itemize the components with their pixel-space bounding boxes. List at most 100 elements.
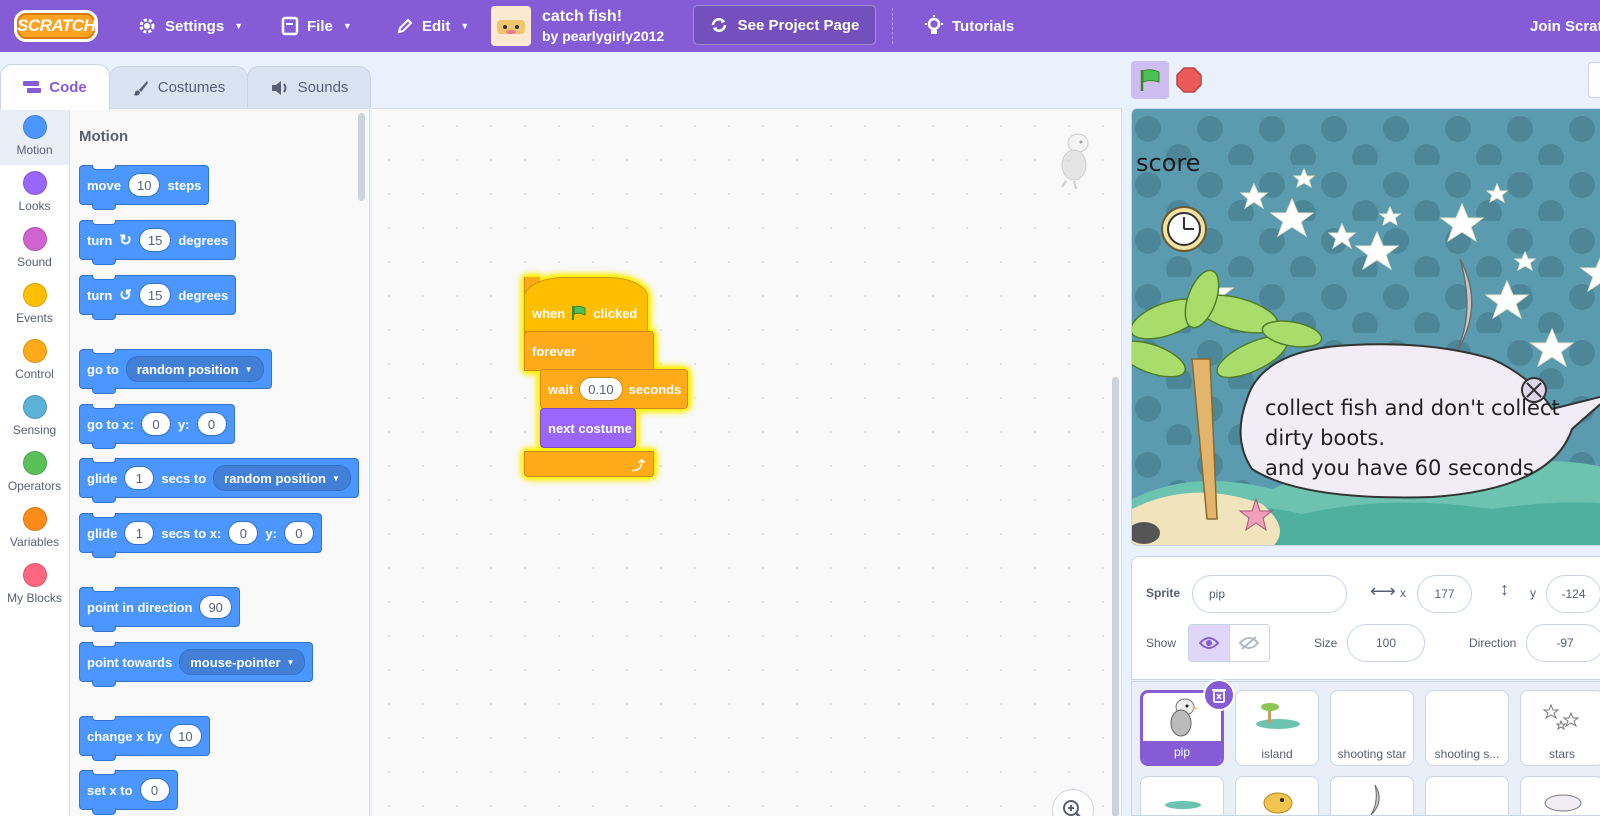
block-palette: Motion move 10 steps turn ↻ 15 degrees t…: [70, 108, 370, 816]
next-costume-block[interactable]: next costume: [540, 408, 636, 448]
category-operators[interactable]: Operators: [0, 445, 69, 501]
y-label: y: [1530, 586, 1536, 600]
visibility-toggle[interactable]: [1188, 624, 1270, 662]
change-x-input[interactable]: 10: [169, 724, 202, 748]
script-area-scrollbar[interactable]: [1112, 377, 1119, 816]
point-towards-dropdown[interactable]: mouse-pointer ▼: [179, 649, 306, 675]
settings-menu[interactable]: Settings ▼: [137, 0, 243, 52]
sprite-tile[interactable]: [1330, 776, 1414, 815]
see-project-page-button[interactable]: See Project Page: [693, 5, 876, 45]
category-control[interactable]: Control: [0, 333, 69, 389]
sprite-tile[interactable]: [1520, 776, 1600, 815]
y-input[interactable]: 0: [283, 521, 314, 545]
category-label: Variables: [9, 535, 60, 549]
category-motion[interactable]: Motion: [0, 109, 69, 165]
sprite-tile[interactable]: [1140, 776, 1224, 815]
hide-sprite-button[interactable]: [1230, 625, 1270, 661]
tab-sounds[interactable]: Sounds: [247, 66, 371, 108]
show-sprite-button[interactable]: [1189, 625, 1230, 661]
join-scratch-link[interactable]: Join Scratch: [1530, 0, 1600, 52]
block-go-to[interactable]: go to random position ▼: [79, 349, 272, 394]
category-my-blocks[interactable]: My Blocks: [0, 557, 69, 613]
project-title[interactable]: catch fish!: [542, 8, 622, 26]
glide-dropdown[interactable]: random position ▼: [213, 465, 351, 491]
sprite-thumbnail: [1544, 794, 1582, 812]
block-text: change x by: [87, 728, 163, 744]
sprite-tile[interactable]: [1425, 776, 1509, 815]
script-area[interactable]: when clicked forever wait 0.10 seconds n…: [372, 108, 1122, 816]
secs-input[interactable]: 1: [124, 466, 155, 490]
block-glide-xy[interactable]: glide 1 secs to x: 0 y: 0: [79, 513, 322, 558]
project-author[interactable]: by pearlygirly2012: [542, 28, 664, 44]
project-thumbnail[interactable]: [491, 6, 531, 46]
block-turn-left[interactable]: turn ↺ 15 degrees: [79, 275, 237, 320]
block-text: secs to: [161, 470, 207, 486]
wait-block[interactable]: wait 0.10 seconds: [540, 369, 688, 409]
direction-input[interactable]: -97: [1526, 624, 1600, 662]
sprite-tile-shooting-star[interactable]: shooting star: [1330, 690, 1414, 766]
sprite-tile-shooting-star-2[interactable]: shooting s...: [1425, 690, 1509, 766]
sprite-tile[interactable]: [1235, 776, 1319, 815]
y-input[interactable]: 0: [196, 412, 227, 436]
category-events[interactable]: Events: [0, 277, 69, 333]
secs-input[interactable]: 1: [124, 521, 155, 545]
category-label: Sound: [17, 255, 52, 269]
block-turn-right[interactable]: turn ↻ 15 degrees: [79, 220, 237, 265]
block-glide[interactable]: glide 1 secs to random position ▼: [79, 458, 359, 503]
category-label: Looks: [18, 199, 51, 213]
variables-color-dot: [22, 507, 47, 531]
x-input[interactable]: 0: [140, 412, 171, 436]
block-text: wait: [548, 381, 574, 397]
block-set-x[interactable]: set x to 0: [79, 770, 178, 815]
green-flag-button[interactable]: [1131, 61, 1169, 99]
y-position-input[interactable]: -124: [1546, 575, 1600, 613]
file-menu[interactable]: File ▼: [281, 0, 352, 52]
paintbrush-icon: [133, 80, 148, 96]
steps-input[interactable]: 10: [127, 173, 161, 197]
gear-icon: [139, 18, 155, 34]
delete-sprite-button[interactable]: [1203, 679, 1235, 711]
category-label: My Blocks: [7, 591, 62, 605]
palette-scrollbar[interactable]: [358, 113, 365, 201]
category-looks[interactable]: Looks: [0, 165, 69, 221]
set-x-input[interactable]: 0: [139, 778, 170, 802]
forever-block[interactable]: forever: [524, 331, 654, 371]
sprite-tile-island[interactable]: island: [1235, 690, 1319, 766]
tab-code[interactable]: Code: [0, 64, 110, 110]
when-flag-clicked-block[interactable]: when clicked: [524, 277, 648, 333]
sprite-info-panel: Sprite pip ⟷ x 177 ↕ y -124 Show Size 10…: [1131, 556, 1600, 680]
wait-seconds-input[interactable]: 0.10: [579, 377, 623, 401]
block-point-towards[interactable]: point towards mouse-pointer ▼: [79, 642, 314, 687]
horizontal-arrows-icon: ⟷: [1370, 581, 1396, 601]
direction-input[interactable]: 90: [199, 595, 232, 619]
category-sensing[interactable]: Sensing: [0, 389, 69, 445]
block-go-to-xy[interactable]: go to x: 0 y: 0: [79, 404, 235, 449]
block-change-x[interactable]: change x by 10: [79, 716, 210, 761]
degrees-input[interactable]: 15: [138, 228, 172, 252]
x-position-input[interactable]: 177: [1417, 575, 1472, 613]
edit-menu[interactable]: Edit ▼: [396, 0, 469, 52]
category-sound[interactable]: Sound: [0, 221, 69, 277]
stage-layout-button[interactable]: [1588, 62, 1600, 98]
control-color-dot: [22, 339, 47, 363]
tutorials-button[interactable]: Tutorials: [924, 0, 1014, 52]
scratch-logo[interactable]: SCRATCH: [14, 10, 98, 42]
block-text: point towards: [87, 654, 173, 670]
category-variables[interactable]: Variables: [0, 501, 69, 557]
stage[interactable]: score collect fish and don't collect dir…: [1131, 108, 1600, 546]
tab-code-label: Code: [49, 79, 87, 96]
tab-costumes[interactable]: Costumes: [109, 66, 248, 108]
zoom-in-button[interactable]: [1052, 789, 1094, 816]
degrees-input[interactable]: 15: [138, 283, 172, 307]
go-to-dropdown[interactable]: random position ▼: [125, 356, 264, 382]
size-input[interactable]: 100: [1347, 624, 1425, 662]
block-point-in-direction[interactable]: point in direction 90: [79, 587, 240, 632]
show-label: Show: [1146, 636, 1177, 650]
chevron-down-icon: ▼: [286, 657, 295, 667]
block-move-steps[interactable]: move 10 steps: [79, 165, 210, 210]
x-input[interactable]: 0: [228, 521, 259, 545]
stop-button[interactable]: [1170, 61, 1208, 99]
sprite-tile-stars[interactable]: stars: [1520, 690, 1600, 766]
sprite-name-input[interactable]: pip: [1192, 575, 1347, 613]
green-flag-script[interactable]: when clicked forever wait 0.10 seconds n…: [524, 277, 694, 477]
